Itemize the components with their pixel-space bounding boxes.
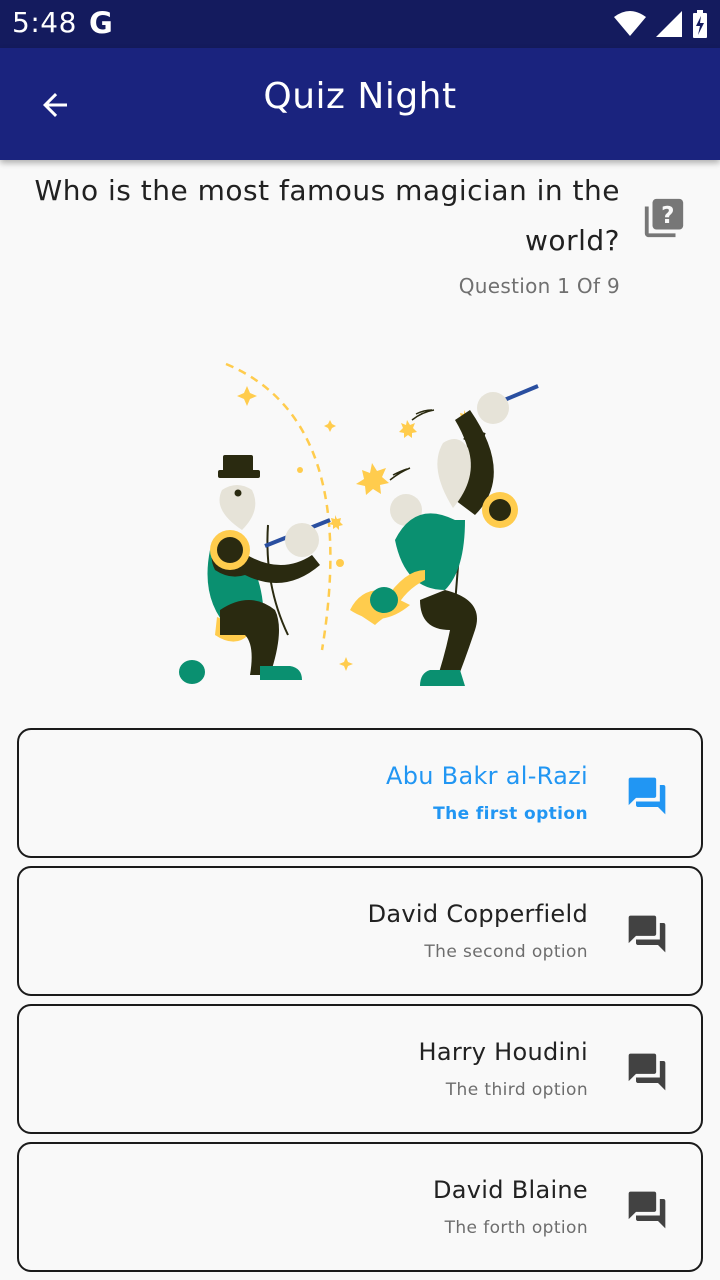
option-card-2[interactable]: David Copperfield The second option — [17, 866, 703, 996]
question-area: Who is the most famous magician in the w… — [20, 166, 620, 298]
svg-text:?: ? — [661, 203, 674, 229]
option-text: David Copperfield The second option — [368, 898, 588, 962]
app-bar: Quiz Night — [0, 48, 720, 160]
option-card-3[interactable]: Harry Houdini The third option — [17, 1004, 703, 1134]
question-counter: Question 1 Of 9 — [458, 274, 620, 298]
option-title: David Blaine — [432, 1176, 588, 1204]
status-time: 5:48 — [12, 6, 77, 39]
magicians-illustration — [179, 362, 539, 686]
option-title: Harry Houdini — [418, 1038, 588, 1066]
google-icon: G — [89, 6, 113, 40]
option-text: David Blaine The forth option — [433, 1174, 588, 1238]
status-bar: 5:48 G — [0, 0, 720, 48]
hint-button[interactable]: ? — [636, 190, 692, 246]
quiz-help-icon: ? — [644, 198, 684, 238]
option-card-4[interactable]: David Blaine The forth option — [17, 1142, 703, 1272]
option-subtitle: The second option — [424, 942, 588, 962]
option-text: Harry Houdini The third option — [418, 1036, 588, 1100]
option-subtitle: The forth option — [444, 1218, 588, 1238]
forum-icon — [628, 1191, 666, 1229]
forum-icon — [628, 1053, 666, 1091]
option-text: Abu Bakr al-Razi The first option — [386, 760, 588, 824]
option-subtitle: The third option — [445, 1080, 588, 1100]
question-text: Who is the most famous magician in the w… — [34, 174, 620, 257]
option-subtitle: The first option — [433, 804, 588, 824]
battery-icon — [693, 10, 707, 38]
option-card-1[interactable]: Abu Bakr al-Razi The first option — [17, 728, 703, 858]
status-icons — [614, 10, 708, 38]
wifi-icon — [614, 11, 646, 36]
forum-icon — [628, 777, 666, 815]
page-title: Quiz Night — [263, 76, 457, 117]
option-title: Abu Bakr al-Razi — [385, 762, 588, 790]
signal-icon — [656, 11, 682, 37]
option-title: David Copperfield — [367, 900, 588, 928]
forum-icon — [628, 915, 666, 953]
